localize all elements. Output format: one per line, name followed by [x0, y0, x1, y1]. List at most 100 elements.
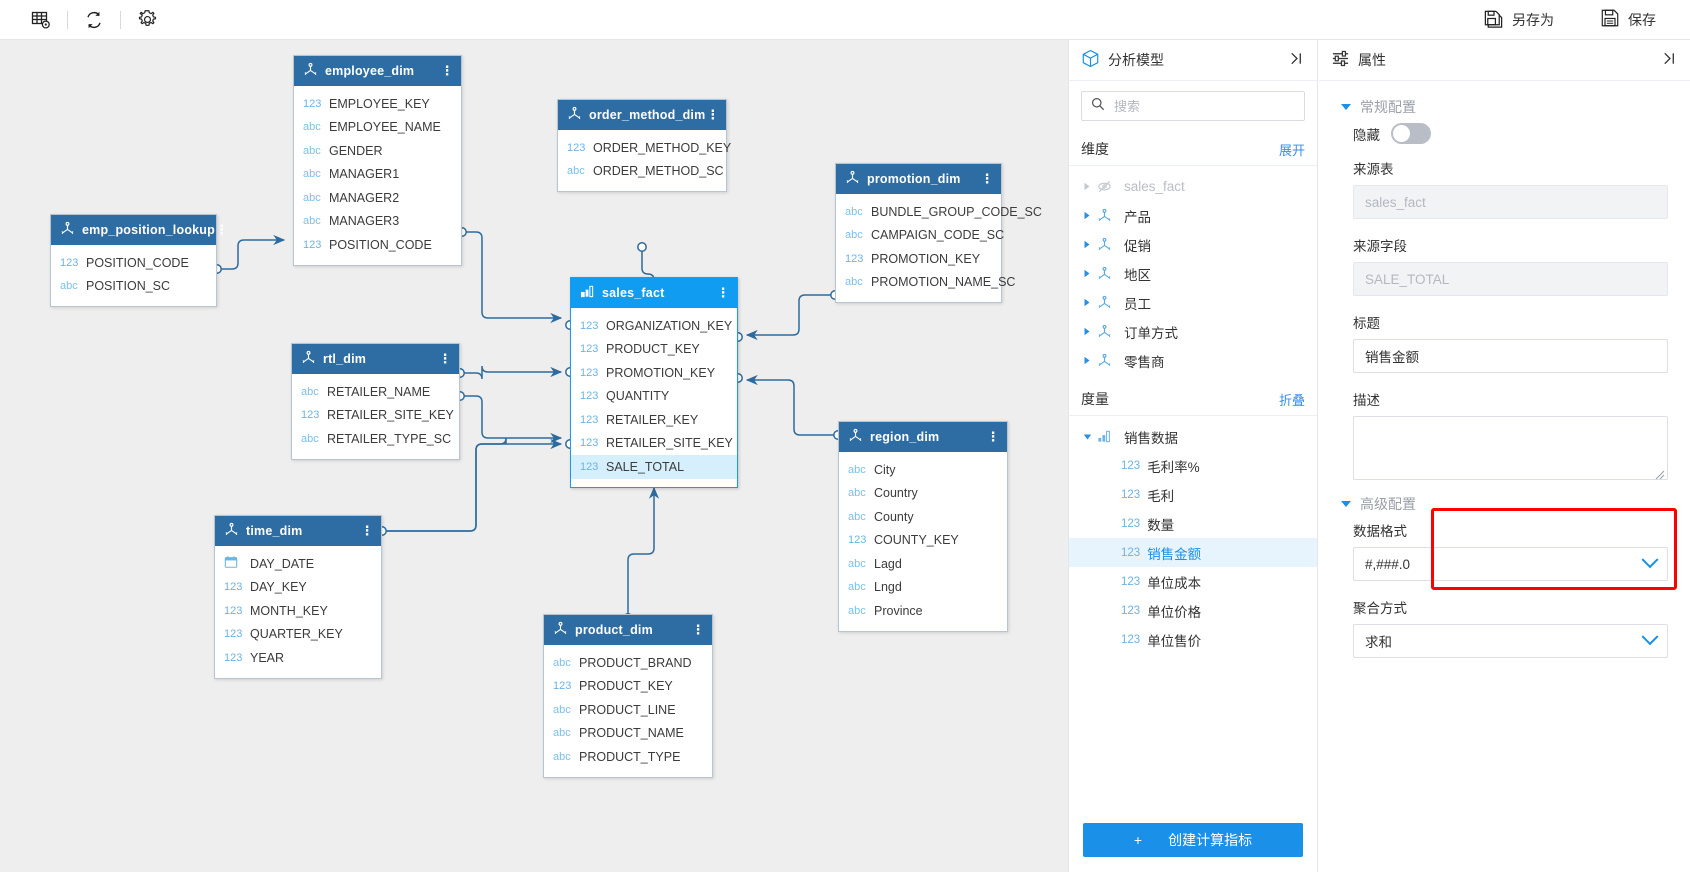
dimension-expand-link[interactable]: 展开 [1279, 140, 1305, 159]
advanced-config-group-header[interactable]: 高级配置 [1341, 494, 1668, 514]
table-field-row[interactable]: 123 RETAILER_SITE_KEY [292, 404, 459, 428]
table-node-menu-icon[interactable]: ⋮ [979, 172, 995, 185]
table-field-row[interactable]: 123 RETAILER_SITE_KEY [571, 432, 737, 456]
collapse-right-icon[interactable] [1661, 50, 1678, 70]
table-field-row[interactable]: 123 PROMOTION_KEY [836, 247, 1001, 271]
table-node-header[interactable]: region_dim ⋮ [839, 422, 1007, 452]
table-node-header[interactable]: sales_fact ⋮ [571, 278, 737, 308]
expand-arrow-icon[interactable] [1083, 211, 1097, 220]
table-field-row[interactable]: 123 POSITION_CODE [51, 251, 216, 275]
table-field-row[interactable]: 123 MONTH_KEY [215, 599, 381, 623]
table-node-menu-icon[interactable]: ⋮ [437, 352, 453, 365]
table-field-row[interactable]: abc PRODUCT_LINE [544, 698, 712, 722]
table-node-header[interactable]: promotion_dim ⋮ [836, 164, 1001, 194]
save-as-button[interactable]: 另存为 [1471, 3, 1566, 37]
table-field-row[interactable]: abc EMPLOYEE_NAME [294, 116, 461, 140]
table-node-promotion_dim[interactable]: promotion_dim ⋮ abc BUNDLE_GROUP_CODE_SC abc… [835, 163, 1042, 303]
table-field-row[interactable]: 123 PRODUCT_KEY [571, 338, 737, 362]
measure-item-4[interactable]: 123 单位成本 [1069, 567, 1317, 596]
table-field-row[interactable]: 123 POSITION_CODE [294, 233, 461, 257]
expand-arrow-icon[interactable] [1083, 298, 1097, 307]
measure-item-0[interactable]: 123 毛利率% [1069, 451, 1317, 480]
measure-group-row[interactable]: 销售数据 [1069, 422, 1317, 451]
dimension-item-0[interactable]: sales_fact [1069, 172, 1317, 201]
table-node-menu-icon[interactable]: ⋮ [690, 623, 706, 636]
expand-arrow-icon[interactable] [1083, 269, 1097, 278]
refresh-icon[interactable] [75, 1, 113, 39]
table-field-row[interactable]: abc GENDER [294, 139, 461, 163]
measure-item-2[interactable]: 123 数量 [1069, 509, 1317, 538]
measure-item-5[interactable]: 123 单位价格 [1069, 596, 1317, 625]
measure-item-1[interactable]: 123 毛利 [1069, 480, 1317, 509]
table-node-rtl_dim[interactable]: rtl_dim ⋮ abc RETAILER_NAME 123 RETAILER_SITE… [291, 343, 460, 460]
table-field-row[interactable]: abc CAMPAIGN_CODE_SC [836, 224, 1004, 248]
table-node-menu-icon[interactable]: ⋮ [215, 223, 228, 236]
table-node-menu-icon[interactable]: ⋮ [985, 430, 1001, 443]
search-box[interactable] [1081, 91, 1305, 121]
table-node-employee_dim[interactable]: employee_dim ⋮ 123 EMPLOYEE_KEY abc EMPLOYEE_… [293, 55, 462, 266]
table-node-header[interactable]: employee_dim ⋮ [294, 56, 461, 86]
table-field-row[interactable]: abc PRODUCT_BRAND [544, 651, 712, 675]
hidden-toggle[interactable] [1391, 123, 1431, 144]
table-node-header[interactable]: product_dim ⋮ [544, 615, 712, 645]
table-field-row[interactable]: abc ORDER_METHOD_SC [558, 160, 726, 184]
table-node-region_dim[interactable]: region_dim ⋮ abc City abc Country abc County 123… [838, 421, 1008, 632]
gear-icon[interactable] [128, 1, 166, 39]
table-node-menu-icon[interactable]: ⋮ [359, 524, 375, 537]
model-table-icon[interactable] [22, 1, 60, 39]
expand-arrow-icon[interactable] [1083, 327, 1097, 336]
table-field-row[interactable]: abc Lagd [839, 552, 1007, 576]
table-field-row[interactable]: abc BUNDLE_GROUP_CODE_SC [836, 200, 1042, 224]
table-node-header[interactable]: emp_position_lookup ⋮ [51, 215, 228, 245]
dimension-item-3[interactable]: 地区 [1069, 259, 1317, 288]
table-node-time_dim[interactable]: time_dim ⋮ DAY_DATE 123 DAY_KEY 123 MONTH_KEY 1… [214, 515, 382, 679]
table-field-row[interactable]: abc MANAGER1 [294, 163, 461, 187]
save-button[interactable]: 保存 [1588, 3, 1668, 36]
table-field-row[interactable]: abc MANAGER2 [294, 186, 461, 210]
table-field-row[interactable]: 123 COUNTY_KEY [839, 529, 1007, 553]
dimension-item-6[interactable]: 零售商 [1069, 346, 1317, 375]
expand-arrow-icon[interactable] [1083, 182, 1097, 191]
table-field-row[interactable]: abc County [839, 505, 1007, 529]
table-node-header[interactable]: time_dim ⋮ [215, 516, 381, 546]
dimension-item-2[interactable]: 促销 [1069, 230, 1317, 259]
table-node-order_method_dim[interactable]: order_method_dim ⋮ 123 ORDER_METHOD_KEY abc O… [557, 99, 731, 192]
table-field-row[interactable]: 123 ORGANIZATION_KEY [571, 314, 737, 338]
description-textarea[interactable] [1353, 416, 1668, 480]
dimension-item-1[interactable]: 产品 [1069, 201, 1317, 230]
table-field-row[interactable]: 123 DAY_KEY [215, 576, 381, 600]
table-field-row[interactable]: abc Province [839, 599, 1007, 623]
dimension-item-4[interactable]: 员工 [1069, 288, 1317, 317]
resize-grip-icon[interactable] [1655, 467, 1665, 480]
table-field-row[interactable]: 123 SALE_TOTAL [571, 455, 737, 479]
table-node-menu-icon[interactable]: ⋮ [715, 286, 731, 299]
aggregation-select[interactable]: 求和 [1353, 624, 1668, 658]
table-field-row[interactable]: 123 EMPLOYEE_KEY [294, 92, 461, 116]
table-field-row[interactable]: abc City [839, 458, 1007, 482]
table-field-row[interactable]: 123 QUANTITY [571, 385, 737, 409]
table-field-row[interactable]: abc RETAILER_NAME [292, 380, 459, 404]
create-metric-button[interactable]: + 创建计算指标 [1083, 823, 1303, 857]
expand-arrow-icon[interactable] [1083, 240, 1097, 249]
table-field-row[interactable]: 123 PRODUCT_KEY [544, 675, 712, 699]
table-node-header[interactable]: rtl_dim ⋮ [292, 344, 459, 374]
table-field-row[interactable]: 123 RETAILER_KEY [571, 408, 737, 432]
data-format-select[interactable]: #,###.0 [1353, 547, 1668, 581]
table-node-product_dim[interactable]: product_dim ⋮ abc PRODUCT_BRAND 123 PRODUCT_K… [543, 614, 713, 778]
table-field-row[interactable]: DAY_DATE [215, 552, 381, 576]
search-input[interactable] [1112, 97, 1295, 115]
table-field-row[interactable]: abc MANAGER3 [294, 210, 461, 234]
table-node-sales_fact[interactable]: sales_fact ⋮ 123 ORGANIZATION_KEY 123 PRODUCT… [570, 277, 738, 488]
expand-arrow-icon[interactable] [1083, 356, 1097, 365]
table-field-row[interactable]: 123 QUARTER_KEY [215, 623, 381, 647]
table-field-row[interactable]: 123 PROMOTION_KEY [571, 361, 737, 385]
measure-collapse-link[interactable]: 折叠 [1279, 390, 1305, 409]
table-node-emp_position_lookup[interactable]: emp_position_lookup ⋮ 123 POSITION_CODE abc P… [50, 214, 228, 307]
table-field-row[interactable]: 123 YEAR [215, 646, 381, 670]
table-node-header[interactable]: order_method_dim ⋮ [558, 100, 726, 130]
table-field-row[interactable]: abc RETAILER_TYPE_SC [292, 427, 459, 451]
table-field-row[interactable]: abc Lngd [839, 576, 1007, 600]
table-field-row[interactable]: abc PRODUCT_TYPE [544, 745, 712, 769]
collapse-arrow-icon[interactable] [1083, 433, 1097, 441]
table-node-menu-icon[interactable]: ⋮ [705, 108, 720, 121]
